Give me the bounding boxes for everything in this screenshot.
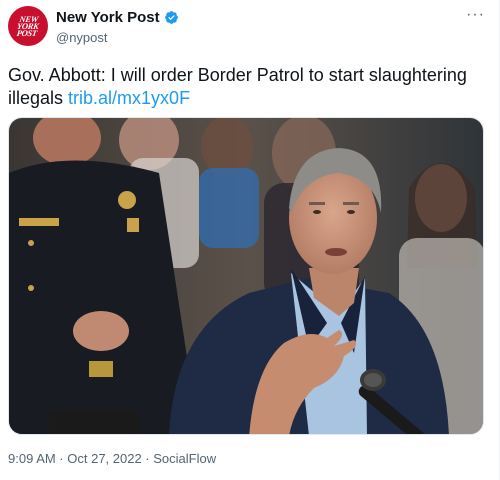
avatar-logo: NEW YORK POST [16, 13, 40, 38]
avatar[interactable]: NEW YORK POST [8, 6, 48, 46]
photo-image [9, 118, 483, 434]
tweet-timestamp[interactable]: 9:09 AM · Oct 27, 2022 · SocialFlow [8, 451, 216, 466]
tweet-link[interactable]: trib.al/mx1yx0F [68, 88, 190, 108]
verified-badge-icon [164, 11, 178, 24]
tweet-photo[interactable] [8, 117, 484, 435]
tweet-text: Gov. Abbott: I will order Border Patrol … [8, 64, 478, 110]
more-horizontal-icon[interactable]: ··· [466, 6, 485, 24]
author-info: New York Post @nypost [56, 9, 179, 45]
display-name[interactable]: New York Post [56, 9, 160, 26]
handle[interactable]: @nypost [56, 30, 179, 45]
tweet-card: NEW YORK POST New York Post @nypost ··· Go… [0, 0, 500, 480]
